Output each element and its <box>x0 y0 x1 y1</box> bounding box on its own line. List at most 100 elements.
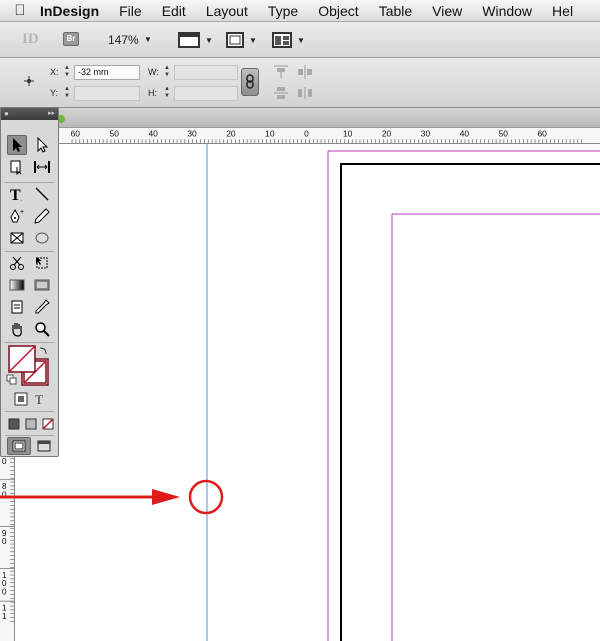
y-label: Y: <box>50 88 59 98</box>
horizontal-ruler[interactable]: 60 50 40 30 20 10 0 10 20 30 40 50 60 <box>55 128 600 144</box>
svg-text:T: T <box>35 392 43 407</box>
tools-divider <box>5 182 54 183</box>
formatting-container-icon[interactable] <box>11 389 31 409</box>
ellipse-tool-icon[interactable] <box>32 228 52 248</box>
h-stepper[interactable]: ▲ ▼ <box>162 86 172 100</box>
zoom-level-field[interactable]: 147% <box>108 33 139 47</box>
bridge-button[interactable]: Br <box>63 32 79 46</box>
y-position-field[interactable] <box>74 86 140 101</box>
tools-divider <box>5 435 54 436</box>
tools-panel-header[interactable]: ● ▸▸ <box>1 108 58 120</box>
page-canvas <box>206 144 600 641</box>
align-horizontal-icon[interactable] <box>296 64 314 80</box>
distribute-vertical-icon[interactable] <box>272 85 290 101</box>
default-fill-stroke-icon[interactable] <box>6 374 18 386</box>
ruler-label: 60 <box>538 128 548 138</box>
ruler-label: 30 <box>421 128 431 138</box>
close-icon[interactable]: ● <box>4 110 9 118</box>
zoom-tool-icon[interactable] <box>32 319 52 339</box>
application-bar: ID Br 147% ▼ ▼ ▼ ▼ <box>0 22 600 58</box>
view-options-icon <box>178 32 200 48</box>
tools-divider <box>5 342 54 343</box>
menu-type[interactable]: Type <box>268 3 298 19</box>
arrange-documents-caret-icon: ▼ <box>297 35 305 45</box>
ruler-label: 10 <box>343 128 353 138</box>
distribute-horizontal-icon[interactable] <box>296 85 314 101</box>
zoom-dropdown-icon[interactable]: ▼ <box>144 35 152 44</box>
pasteboard[interactable] <box>15 144 600 641</box>
svg-text:.: . <box>21 197 22 202</box>
type-tool-icon[interactable]: T. <box>7 184 27 204</box>
formatting-text-icon[interactable]: T <box>30 389 50 409</box>
tools-divider <box>5 251 54 252</box>
app-menu[interactable]: InDesign <box>40 3 99 19</box>
w-stepper[interactable]: ▲ ▼ <box>162 65 172 79</box>
hand-tool-icon[interactable] <box>7 319 27 339</box>
pen-tool-icon[interactable]: + <box>7 206 27 226</box>
menu-table[interactable]: Table <box>379 3 412 19</box>
eyedropper-tool-icon[interactable] <box>32 297 52 317</box>
menu-window[interactable]: Window <box>482 3 532 19</box>
menu-help[interactable]: Hel <box>552 3 573 19</box>
line-tool-icon[interactable] <box>32 184 52 204</box>
tools-panel: ● ▸▸ T. + T <box>0 107 59 457</box>
rectangle-frame-tool-icon[interactable] <box>7 228 27 248</box>
ruler-label: 40 <box>148 128 158 138</box>
apple-menu-icon[interactable]:  <box>0 2 40 19</box>
apply-none-icon[interactable] <box>38 414 58 434</box>
screen-mode-button[interactable]: ▼ <box>226 30 257 50</box>
selection-tool-icon[interactable] <box>7 135 27 155</box>
ruler-label: 50 <box>499 128 509 138</box>
h-label: H: <box>148 88 157 98</box>
ruler-label: 1 <box>2 611 7 621</box>
normal-view-mode-icon[interactable] <box>7 437 31 455</box>
chain-link-icon <box>246 74 254 89</box>
gap-tool-icon[interactable] <box>32 157 52 177</box>
gradient-feather-tool-icon[interactable] <box>32 275 52 295</box>
scissors-tool-icon[interactable] <box>7 253 27 273</box>
preview-mode-icon[interactable] <box>32 437 56 455</box>
ruler-label: 40 <box>460 128 470 138</box>
document-tab-strip <box>0 108 600 128</box>
menu-object[interactable]: Object <box>318 3 358 19</box>
y-stepper[interactable]: ▲ ▼ <box>62 86 72 100</box>
control-panel: X: ▲ ▼ -32 mm Y: ▲ ▼ W: ▲ ▼ H: ▲ ▼ <box>0 58 600 108</box>
direct-selection-tool-icon[interactable] <box>32 135 52 155</box>
ruler-label: 20 <box>382 128 392 138</box>
height-field[interactable] <box>174 86 238 101</box>
arrange-documents-icon <box>272 32 292 48</box>
tools-divider <box>5 411 54 412</box>
constrain-proportions-button[interactable] <box>241 68 259 96</box>
menu-edit[interactable]: Edit <box>162 3 186 19</box>
view-options-caret-icon: ▼ <box>205 35 213 45</box>
menu-bar:  InDesign File Edit Layout Type Object … <box>0 0 600 22</box>
ruler-label: 0 <box>304 128 309 138</box>
reference-point-icon[interactable] <box>24 76 34 86</box>
x-position-field[interactable]: -32 mm <box>74 65 140 80</box>
gradient-swatch-tool-icon[interactable] <box>7 275 27 295</box>
ruler-label: 0 <box>2 456 7 466</box>
svg-text:+: + <box>20 209 24 216</box>
ruler-label: 50 <box>110 128 120 138</box>
ruler-label: 30 <box>187 128 197 138</box>
ruler-label: 20 <box>226 128 236 138</box>
view-options-button[interactable]: ▼ <box>178 30 213 50</box>
pencil-tool-icon[interactable] <box>32 206 52 226</box>
note-tool-icon[interactable] <box>7 297 27 317</box>
ruler-label: 0 <box>2 490 7 500</box>
ruler-label: 60 <box>71 128 81 138</box>
page-tool-icon[interactable] <box>7 157 27 177</box>
arrange-documents-button[interactable]: ▼ <box>272 30 305 50</box>
screen-mode-icon <box>226 32 244 48</box>
menu-view[interactable]: View <box>432 3 462 19</box>
free-transform-tool-icon[interactable] <box>32 253 52 273</box>
collapse-panel-icon[interactable]: ▸▸ <box>48 109 55 117</box>
menu-layout[interactable]: Layout <box>206 3 248 19</box>
screen-mode-caret-icon: ▼ <box>249 35 257 45</box>
align-top-icon[interactable] <box>272 64 290 80</box>
menu-file[interactable]: File <box>119 3 142 19</box>
x-stepper[interactable]: ▲ ▼ <box>62 65 72 79</box>
indesign-logo: ID <box>22 31 39 47</box>
width-field[interactable] <box>174 65 238 80</box>
svg-text:T: T <box>10 187 21 202</box>
